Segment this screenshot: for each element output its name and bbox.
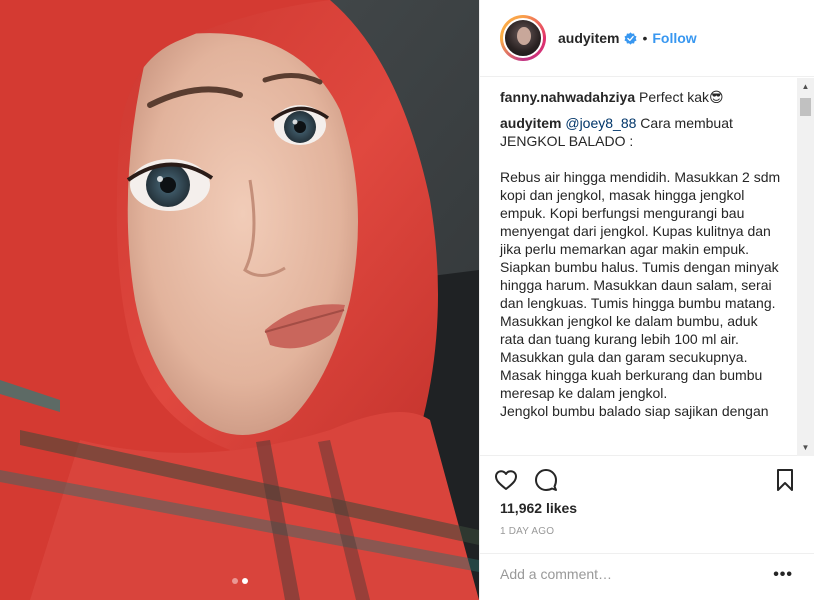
scroll-up-arrow-icon[interactable]: ▲ [797,78,814,95]
carousel-dot[interactable] [231,578,238,584]
comment-button[interactable] [534,460,574,500]
post-timestamp[interactable]: 1 DAY AGO [500,526,554,537]
header-separator: • [642,30,648,46]
comment-username[interactable]: fanny.nahwadahziya [500,89,635,105]
verified-badge-icon [624,31,637,45]
comment-item: fanny.nahwadahziya Perfect kak😎 [500,88,781,106]
comment-bubble-icon [534,468,558,492]
bookmark-icon [775,469,795,496]
avatar[interactable] [503,18,543,58]
more-options-icon[interactable]: ••• [773,566,793,584]
comment-text: Perfect kak😎 [639,89,724,105]
caption-text: Cara membuat JENGKOL BALADO : Rebus air … [500,115,781,419]
post-photo[interactable] [0,0,479,600]
scrollbar-thumb[interactable] [800,98,811,116]
carousel-dot-active[interactable] [241,578,248,584]
like-button[interactable] [494,460,534,500]
scroll-down-arrow-icon[interactable]: ▼ [797,439,814,456]
save-button[interactable] [775,468,795,497]
caption-item: audyitem @joey8_88 Cara membuat JENGKOL … [500,114,781,420]
caption-username[interactable]: audyitem [500,115,561,131]
carousel-indicator [0,578,479,584]
follow-button[interactable]: Follow [652,30,696,46]
instagram-post: audyitem • Follow fanny.nahwadahziya Per… [0,0,814,600]
caption-mention[interactable]: @joey8_88 [565,115,636,131]
add-comment-section: ••• [480,553,814,593]
header-username[interactable]: audyitem [558,30,619,46]
action-bar [480,460,814,500]
heart-icon [494,468,518,492]
avatar-story-ring[interactable] [500,15,546,61]
comments-scrollbar[interactable]: ▲ ▼ [797,78,814,456]
comments-list[interactable]: fanny.nahwadahziya Perfect kak😎 audyitem… [480,78,814,456]
post-header: audyitem • Follow [480,0,814,77]
post-sidebar: audyitem • Follow fanny.nahwadahziya Per… [479,0,814,600]
likes-count[interactable]: 11,962 likes [500,500,577,516]
comment-input[interactable] [500,565,750,582]
portrait-illustration [0,0,479,600]
